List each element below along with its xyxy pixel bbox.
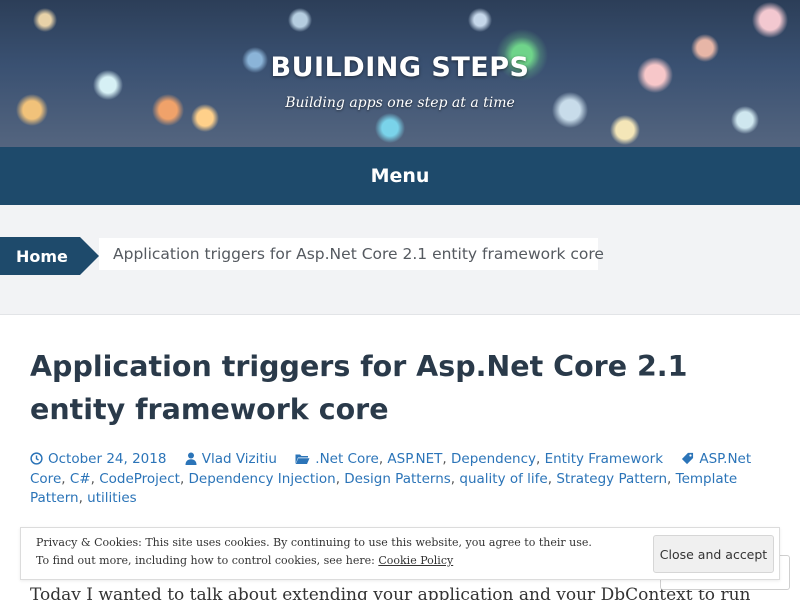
tag-link[interactable]: C# <box>70 471 91 487</box>
tag-link[interactable]: quality of life <box>459 471 547 487</box>
site-title[interactable]: BUILDING STEPS <box>0 52 800 83</box>
category-link[interactable]: Entity Framework <box>545 451 663 467</box>
close-and-accept-button[interactable]: Close and accept <box>653 535 774 573</box>
post-author: Vlad Vizitiu <box>185 451 282 467</box>
tag-link[interactable]: Strategy Pattern <box>556 471 667 487</box>
category-link[interactable]: ASP.NET <box>387 451 442 467</box>
post-author-link[interactable]: Vlad Vizitiu <box>202 451 277 467</box>
tag-link[interactable]: utilities <box>87 490 137 506</box>
category-link[interactable]: Dependency <box>451 451 536 467</box>
post-meta: October 24, 2018 Vlad Vizitiu .Net Core,… <box>30 450 770 509</box>
cookie-more-info-text: To find out more, including how to contr… <box>36 554 379 567</box>
tag-icon <box>682 452 694 465</box>
cookie-notice-text: Privacy & Cookies: This site uses cookie… <box>36 536 592 549</box>
post-date: October 24, 2018 <box>30 451 171 467</box>
site-tagline: Building apps one step at a time <box>285 95 515 111</box>
clock-icon <box>30 452 43 465</box>
post-title: Application triggers for Asp.Net Core 2.… <box>30 350 688 426</box>
cookie-policy-link[interactable]: Cookie Policy <box>378 554 453 567</box>
tag-link[interactable]: Dependency Injection <box>189 471 336 487</box>
menu-bar[interactable]: Menu <box>0 147 800 205</box>
breadcrumb-current: Application triggers for Asp.Net Core 2.… <box>99 238 604 270</box>
user-icon <box>185 452 197 465</box>
tag-link[interactable]: CodeProject <box>99 471 180 487</box>
cookie-more-info: To find out more, including how to contr… <box>36 554 453 567</box>
cookie-banner: Privacy & Cookies: This site uses cookie… <box>20 527 780 580</box>
breadcrumb-home-link[interactable]: Home <box>0 237 80 275</box>
category-link[interactable]: .Net Core <box>315 451 379 467</box>
tag-link[interactable]: Design Patterns <box>344 471 451 487</box>
breadcrumb-arrow-icon <box>80 237 99 275</box>
post-date-link[interactable]: October 24, 2018 <box>48 451 166 467</box>
post-intro-text: Today I wanted to talk about extending y… <box>30 585 751 600</box>
menu-toggle-button[interactable]: Menu <box>371 165 430 187</box>
breadcrumb: Home Application triggers for Asp.Net Co… <box>0 205 800 315</box>
post-categories: .Net Core, ASP.NET, Dependency, Entity F… <box>295 451 667 467</box>
folder-icon <box>295 454 310 464</box>
site-header: BUILDING STEPS Building apps one step at… <box>0 0 800 147</box>
